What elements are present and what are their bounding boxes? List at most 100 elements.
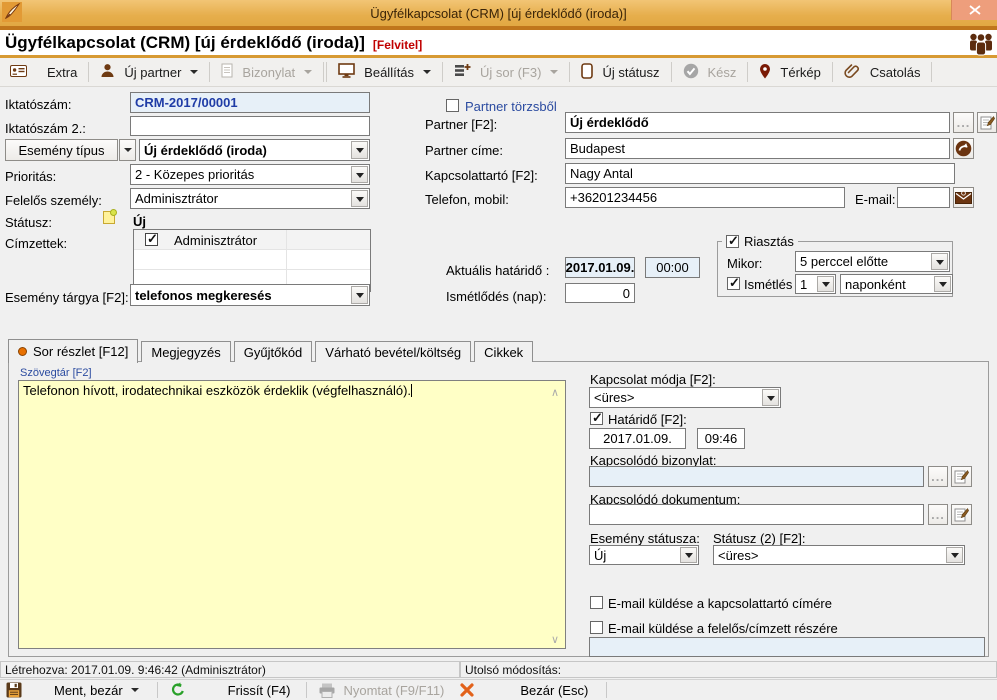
ismetlodes-field[interactable]: 0 <box>565 283 635 303</box>
refresh-icon-button[interactable] <box>170 682 186 698</box>
esemeny-tipus-button[interactable]: Esemény típus <box>5 139 118 161</box>
mikor-select[interactable]: 5 perccel előtte <box>795 251 950 272</box>
extra-email-field[interactable] <box>589 637 985 657</box>
scroll-up-icon[interactable]: ∧ <box>551 386 559 399</box>
note-textarea[interactable]: Telefonon hívott, irodatechnikai eszközö… <box>18 380 566 649</box>
list-item[interactable] <box>134 250 370 270</box>
aktualis-hatarido-time-field[interactable]: 00:00 <box>645 257 700 278</box>
close-icon[interactable] <box>951 0 997 20</box>
chevron-down-icon[interactable] <box>931 253 948 270</box>
hatarido-time-field[interactable]: 09:46 <box>697 428 745 449</box>
map-pin-icon <box>759 63 771 82</box>
hatarido-checkbox[interactable] <box>590 412 603 425</box>
email-field[interactable] <box>897 187 950 208</box>
modified-status: Utolsó módosítás: <box>460 661 997 678</box>
aktualis-hatarido-date-field[interactable]: 2017.01.09. <box>565 257 635 278</box>
save-icon-button[interactable] <box>6 682 22 698</box>
chevron-down-icon[interactable] <box>351 190 368 207</box>
sticky-note-icon[interactable] <box>103 211 115 224</box>
contact-card-button[interactable] <box>0 60 37 84</box>
navigate-address-button[interactable] <box>953 138 974 159</box>
ismetles-unit-select[interactable]: naponként <box>840 274 953 294</box>
tab-varhato-bevetel[interactable]: Várható bevétel/költség <box>315 341 471 362</box>
uj-statusz-button[interactable]: Új státusz <box>571 60 669 84</box>
statusz2-select[interactable]: <üres> <box>713 545 965 565</box>
scroll-down-icon[interactable]: ∨ <box>551 633 559 646</box>
recipient-checkbox[interactable] <box>145 233 158 246</box>
ismetles-checkbox[interactable] <box>727 277 740 290</box>
esemeny-tipus-dropdown-button[interactable] <box>119 139 136 161</box>
document-icon <box>221 63 233 81</box>
recipient-name: Adminisztrátor <box>174 233 257 248</box>
riasztas-checkbox[interactable] <box>726 235 739 248</box>
frissit-button[interactable]: Frissít (F4) <box>228 683 291 698</box>
extra-button[interactable]: Extra <box>37 60 87 84</box>
monitor-icon <box>338 63 355 81</box>
tab-sor-reszlet[interactable]: Sor részlet [F12] <box>8 339 138 363</box>
uj-partner-button[interactable]: Új partner <box>90 60 208 84</box>
send-email-button[interactable] <box>953 187 974 208</box>
chevron-down-icon[interactable] <box>817 276 834 292</box>
szovegtar-label[interactable]: Szövegtár [F2] <box>20 367 92 379</box>
kapcsolodo-dokumentum-field[interactable] <box>589 504 924 525</box>
nyomtat-button[interactable]: Nyomtat (F9/F11) <box>319 683 444 698</box>
esemeny-statusza-label: Esemény státusza: <box>590 531 700 546</box>
felelos-label: Felelős személy: <box>5 193 102 208</box>
chevron-down-icon[interactable] <box>351 166 368 183</box>
bizonylat-browse-button[interactable]: ... <box>928 466 948 487</box>
email-felelos-checkbox[interactable] <box>590 621 603 634</box>
csatolas-button[interactable]: Csatolás <box>834 60 931 84</box>
list-column-divider <box>286 230 287 249</box>
partner-edit-button[interactable] <box>977 112 997 133</box>
tab-cikkek[interactable]: Cikkek <box>474 341 533 362</box>
riasztas-legend[interactable]: Riasztás <box>722 234 798 249</box>
felelos-select[interactable]: Adminisztrátor <box>130 188 370 209</box>
list-item[interactable]: Adminisztrátor <box>134 230 370 250</box>
chevron-down-icon[interactable] <box>762 389 779 406</box>
telefon-field[interactable]: +36201234456 <box>565 187 845 208</box>
partner-cime-field[interactable]: Budapest <box>565 138 950 159</box>
esemeny-targya-select[interactable]: telefonos megkeresés <box>130 284 370 306</box>
edit-pencil-icon <box>954 469 969 484</box>
prioritas-select[interactable]: 2 - Közepes prioritás <box>130 164 370 185</box>
cimzettek-list[interactable]: Adminisztrátor <box>133 229 371 292</box>
chevron-down-icon <box>190 70 198 78</box>
bizonylat-edit-button[interactable] <box>951 466 972 487</box>
chevron-down-icon <box>550 70 558 78</box>
beallitas-button[interactable]: Beállítás <box>328 60 441 84</box>
esemeny-tipus-select[interactable]: Új érdeklődő (iroda) <box>139 139 370 161</box>
ismetles-count-select[interactable]: 1 <box>795 274 836 294</box>
kapcsolodo-bizonylat-field[interactable] <box>589 466 924 487</box>
dokumentum-edit-button[interactable] <box>951 504 972 525</box>
cancel-icon-button[interactable] <box>460 683 474 697</box>
kapcsolat-modja-select[interactable]: <üres> <box>589 387 781 408</box>
esemeny-statusza-select[interactable]: Új <box>589 545 699 565</box>
bezar-button[interactable]: Bezár (Esc) <box>520 683 588 698</box>
iktatoszam2-field[interactable] <box>130 116 370 136</box>
ment-bezar-button[interactable]: Ment, bezár <box>54 683 139 698</box>
kesz-button[interactable]: Kész <box>673 60 747 84</box>
edit-pencil-icon <box>954 507 969 522</box>
chevron-down-icon[interactable] <box>351 286 368 304</box>
uj-sor-button[interactable]: Új sor (F3) <box>444 60 568 84</box>
partner-field[interactable]: Új érdeklődő <box>565 112 950 133</box>
bizonylat-button[interactable]: Bizonylat <box>211 60 322 84</box>
email-kapcsolattarto-checkbox[interactable] <box>590 596 603 609</box>
partner-browse-button[interactable]: ... <box>953 112 974 133</box>
chevron-down-icon[interactable] <box>351 141 368 159</box>
floppy-icon <box>6 682 22 698</box>
chevron-down-icon[interactable] <box>934 276 951 292</box>
separator <box>157 682 158 698</box>
chevron-down-icon[interactable] <box>946 547 963 563</box>
dokumentum-browse-button[interactable]: ... <box>928 504 948 525</box>
tab-gyujtokod[interactable]: Gyűjtőkód <box>234 341 313 362</box>
iktatoszam-field[interactable]: CRM-2017/00001 <box>130 92 370 113</box>
hatarido-date-field[interactable]: 2017.01.09. <box>589 428 686 449</box>
tab-megjegyzes[interactable]: Megjegyzés <box>141 341 230 362</box>
window-titlebar[interactable]: Ügyfélkapcsolat (CRM) [új érdeklődő (iro… <box>0 0 997 26</box>
partner-torzsbol-checkbox[interactable] <box>446 99 459 112</box>
terkep-button[interactable]: Térkép <box>749 60 830 84</box>
kapcsolattarto-field[interactable]: Nagy Antal <box>565 163 955 184</box>
chevron-down-icon[interactable] <box>680 547 697 563</box>
toolbar-separator <box>323 62 324 82</box>
